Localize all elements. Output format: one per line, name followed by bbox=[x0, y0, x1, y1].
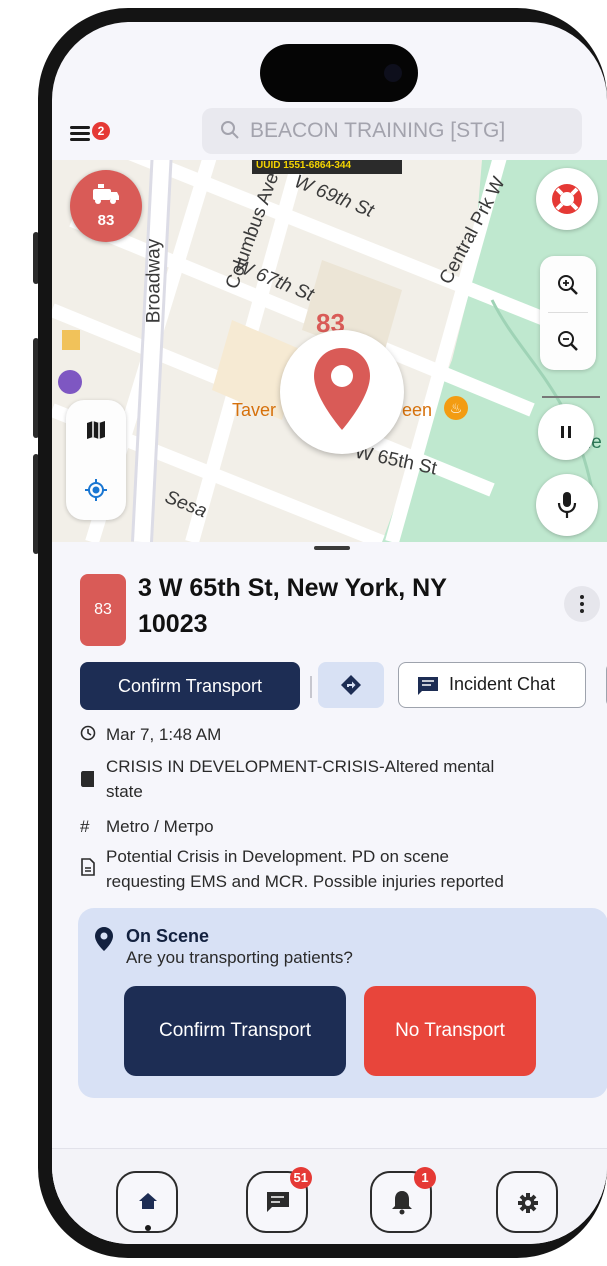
menu-icon bbox=[70, 126, 90, 129]
unit-chip[interactable]: 83 bbox=[70, 170, 142, 242]
note-icon bbox=[81, 858, 95, 876]
zoom-divider bbox=[548, 312, 588, 313]
incident-type-line2: state bbox=[106, 782, 143, 801]
plate-label: UUID 1551-6864-344 bbox=[256, 160, 352, 171]
incident-chat-button[interactable]: Incident Chat bbox=[398, 662, 586, 708]
confirm-transport-big-button[interactable]: Confirm Transport bbox=[124, 986, 346, 1076]
location-pin-icon bbox=[314, 348, 370, 430]
app-screen: 2 BEACON TRAINING [STG] UUID 1551-6864-3… bbox=[52, 22, 607, 1244]
search-input[interactable]: BEACON TRAINING [STG] bbox=[202, 108, 582, 154]
voice-button[interactable] bbox=[536, 474, 598, 536]
pause-icon bbox=[561, 426, 571, 438]
incident-type-line1: CRISIS IN DEVELOPMENT-CRISIS-Altered men… bbox=[106, 757, 495, 776]
address-line2: 10023 bbox=[138, 610, 208, 638]
tab-home-active-dot bbox=[145, 1225, 151, 1231]
home-icon bbox=[139, 1193, 157, 1209]
on-scene-card: On Scene Are you transporting patients? … bbox=[78, 908, 607, 1098]
incident-notes-line1: Potential Crisis in Development. PD on s… bbox=[106, 847, 449, 866]
street-broadway: Broadway bbox=[143, 238, 165, 324]
top-bar: 2 BEACON TRAINING [STG] bbox=[52, 108, 607, 160]
more-options-button[interactable] bbox=[564, 586, 600, 622]
tab-settings[interactable] bbox=[496, 1171, 558, 1233]
no-transport-button[interactable]: No Transport bbox=[364, 986, 536, 1076]
bottom-tab-bar: 51 1 bbox=[52, 1148, 607, 1244]
map-left-controls bbox=[66, 400, 126, 520]
search-icon bbox=[221, 121, 239, 139]
incident-sheet: 83 3 W 65th St, New York, NY 10023 Confi… bbox=[52, 542, 607, 1242]
menu-badge: 2 bbox=[92, 122, 110, 140]
sheet-grabber[interactable] bbox=[314, 546, 350, 550]
tab-messages[interactable]: 51 bbox=[246, 1167, 312, 1233]
incident-address: 3 W 65th St, New York, NY 10023 bbox=[138, 570, 518, 642]
pause-button[interactable] bbox=[538, 404, 594, 460]
unit-badge: 83 bbox=[80, 574, 126, 646]
hash-icon: # bbox=[80, 817, 90, 836]
on-scene-question: Are you transporting patients? bbox=[126, 948, 353, 967]
poi-tavern: Taver bbox=[232, 400, 277, 420]
my-location-icon[interactable] bbox=[84, 478, 108, 502]
search-placeholder: BEACON TRAINING [STG] bbox=[250, 119, 506, 142]
zoom-out-icon[interactable] bbox=[557, 330, 579, 352]
location-pin-icon bbox=[95, 927, 113, 951]
on-scene-title: On Scene bbox=[126, 926, 210, 946]
lifebuoy-icon bbox=[552, 184, 582, 214]
gear-icon bbox=[518, 1193, 538, 1213]
lifebuoy-button[interactable] bbox=[536, 168, 598, 230]
menu-button[interactable]: 2 bbox=[70, 120, 110, 148]
incident-pin[interactable] bbox=[280, 330, 404, 454]
incident-type-row: CRISIS IN DEVELOPMENT-CRISIS-Altered men… bbox=[80, 754, 607, 806]
tab-alerts[interactable]: 1 bbox=[370, 1167, 436, 1233]
incident-notes-line2: requesting EMS and MCR. Possible injurie… bbox=[106, 872, 504, 891]
zoom-controls bbox=[540, 256, 596, 370]
controls-divider bbox=[542, 396, 600, 398]
book-icon bbox=[81, 771, 94, 787]
navigate-button[interactable] bbox=[318, 662, 384, 708]
alerts-badge: 1 bbox=[414, 1167, 436, 1189]
action-divider bbox=[310, 676, 312, 698]
action-row: Confirm Transport Incident Chat bbox=[80, 662, 607, 712]
directions-icon bbox=[341, 675, 361, 695]
microphone-icon bbox=[557, 492, 577, 518]
bell-icon bbox=[392, 1191, 412, 1215]
unit-chip-number: 83 bbox=[97, 212, 115, 229]
tab-home[interactable] bbox=[116, 1171, 178, 1233]
poi-restaurant-icon: ♨ bbox=[444, 396, 468, 420]
zoom-in-icon[interactable] bbox=[557, 274, 579, 296]
ambulance-icon bbox=[93, 184, 119, 204]
incident-chat-label: Incident Chat bbox=[449, 674, 556, 694]
map-layers-icon[interactable] bbox=[86, 420, 106, 440]
incident-zone: Metro / Метро bbox=[106, 817, 214, 836]
dynamic-island bbox=[260, 44, 418, 102]
incident-notes-row: Potential Crisis in Development. PD on s… bbox=[80, 844, 607, 896]
confirm-transport-button[interactable]: Confirm Transport bbox=[80, 662, 300, 710]
poi-green: een bbox=[402, 400, 433, 420]
map-view[interactable]: UUID 1551-6864-344 W 69th St W 67th St W… bbox=[52, 160, 607, 542]
clock-icon bbox=[80, 725, 96, 741]
incident-time: Mar 7, 1:48 AM bbox=[106, 725, 222, 744]
messages-badge: 51 bbox=[289, 1167, 312, 1189]
address-line1: 3 W 65th St, New York, NY bbox=[138, 574, 447, 602]
chat-icon bbox=[418, 677, 438, 695]
message-icon bbox=[267, 1192, 289, 1212]
